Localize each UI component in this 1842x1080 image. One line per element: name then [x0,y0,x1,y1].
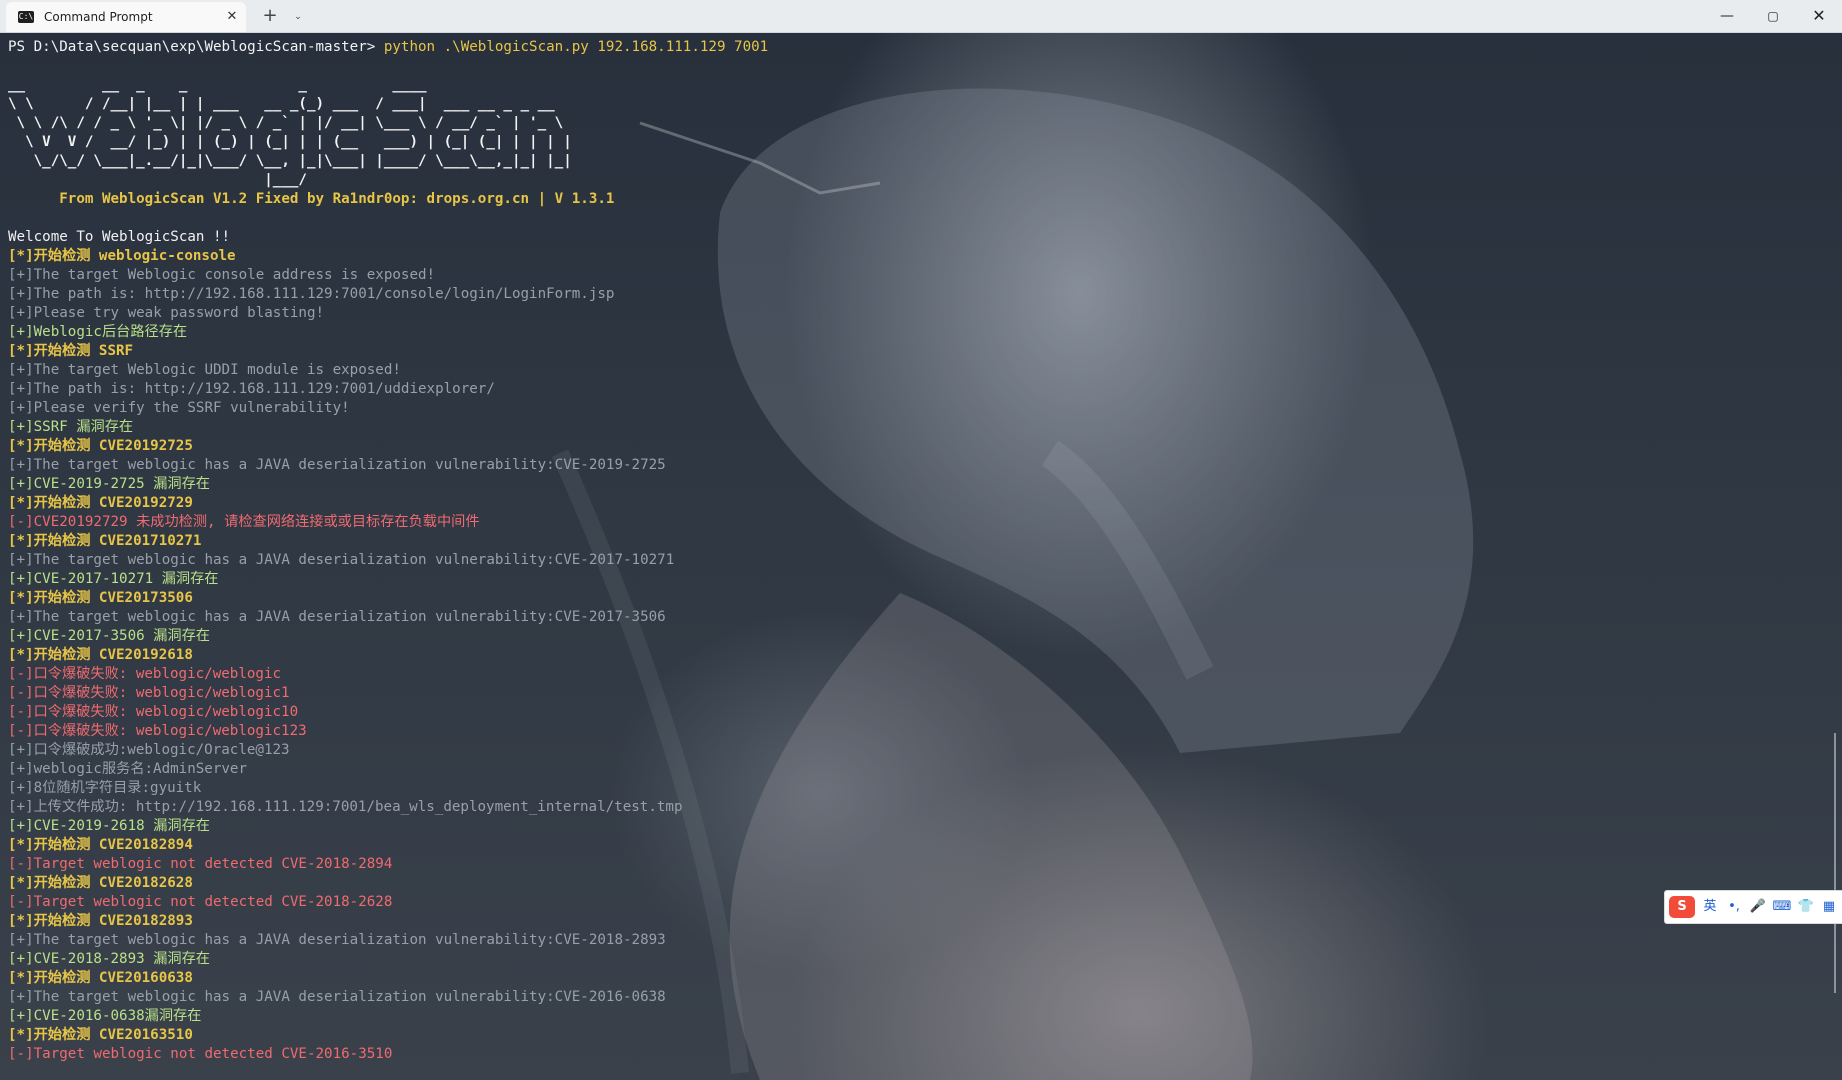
output-line: [+]8位随机字符目录:gyuitk [8,780,202,796]
output-line: [-]口令爆破失败: weblogic/weblogic1 [8,685,290,701]
output-line: From WeblogicScan V1.2 Fixed by Ra1ndr0o… [8,191,615,207]
tab-close-icon[interactable]: ✕ [222,7,242,27]
output-line: [*]开始检测 SSRF [8,343,134,359]
output-line: [+]CVE-2018-2893 漏洞存在 [8,951,210,967]
close-button[interactable]: ✕ [1796,0,1842,32]
output-line: [+]The target weblogic has a JAVA deseri… [8,609,666,625]
terminal-icon: C:\ [18,11,34,23]
output-line: [-]口令爆破失败: weblogic/weblogic123 [8,723,307,739]
output-line: [*]开始检测 CVE20192618 [8,647,193,663]
terminal-pane[interactable]: PS D:\Data\secquan\exp\WeblogicScan-mast… [0,33,1842,1080]
prompt-line: PS D:\Data\secquan\exp\WeblogicScan-mast… [8,38,768,57]
ime-toolbar[interactable]: S 英 •, 🎤 ⌨ 👕 ▦ [1664,890,1842,924]
ascii-banner-line: \ \ / /__| |__ | | ___ __ _(_) ___ / ___… [8,96,555,112]
minimize-button[interactable]: — [1704,0,1750,32]
output-line: [*]开始检测 CVE20182894 [8,837,193,853]
tab-command-prompt[interactable]: C:\ Command Prompt ✕ [6,2,246,32]
output-line: [+]Please verify the SSRF vulnerability! [8,400,350,416]
output-line: [+]CVE-2017-3506 漏洞存在 [8,628,210,644]
output-line: [+]CVE-2019-2618 漏洞存在 [8,818,210,834]
terminal-window: C:\ Command Prompt ✕ + ⌄ — ▢ ✕ PS D:\Dat… [0,0,1842,1080]
output-line: [-]口令爆破失败: weblogic/weblogic10 [8,704,299,720]
tab-title: Command Prompt [44,10,153,24]
output-line: [+]口令爆破成功:weblogic/Oracle@123 [8,742,290,758]
punctuation-icon[interactable]: •, [1723,896,1745,918]
output-line: [+]The target weblogic has a JAVA deseri… [8,932,666,948]
skin-icon[interactable]: 👕 [1795,896,1817,918]
command-text: python .\WeblogicScan.py 192.168.111.129… [383,39,769,55]
chevron-down-icon[interactable]: ⌄ [290,6,306,28]
output-line: [+]The path is: http://192.168.111.129:7… [8,286,615,302]
ascii-banner-line: __ __ _ _ _ ____ [8,77,427,93]
new-tab-button[interactable]: + [258,6,282,28]
output-line: [+]The path is: http://192.168.111.129:7… [8,381,495,397]
output-line: [+]CVE-2019-2725 漏洞存在 [8,476,210,492]
sogou-logo-icon[interactable]: S [1669,896,1695,918]
output-line: [*]开始检测 CVE20182628 [8,875,193,891]
output-line: [*]开始检测 CVE20192725 [8,438,193,454]
output-line: [-]Target weblogic not detected CVE-2016… [8,1046,393,1062]
output-line: [-]Target weblogic not detected CVE-2018… [8,856,393,872]
ascii-banner-line: \ V V / __/ |_) | | (_) | (_| | | (__ __… [8,134,572,150]
ascii-banner-line: |___/ [8,172,307,188]
output-line: [*]开始检测 CVE20163510 [8,1027,193,1043]
ascii-banner-line: \_/\_/ \___|_.__/|_|\___/ \__, |_|\___| … [8,153,572,169]
output-line: [+]SSRF 漏洞存在 [8,419,134,435]
output-line: [+]The target Weblogic UDDI module is ex… [8,362,401,378]
prompt-path: PS D:\Data\secquan\exp\WeblogicScan-mast… [8,39,384,55]
output-line: [*]开始检测 CVE20173506 [8,590,193,606]
output-line: [*]开始检测 CVE20182893 [8,913,193,929]
output-line: [+]The target weblogic has a JAVA deseri… [8,457,666,473]
keyboard-icon[interactable]: ⌨ [1771,896,1793,918]
output-line: [*]开始检测 CVE20160638 [8,970,193,986]
output-line: [+]上传文件成功: http://192.168.111.129:7001/b… [8,799,683,815]
output-line: [+]Please try weak password blasting! [8,305,325,321]
maximize-button[interactable]: ▢ [1750,0,1796,32]
output-line: [*]开始检测 CVE20192729 [8,495,193,511]
output-line: [+]weblogic服务名:AdminServer [8,761,248,777]
terminal-output: PS D:\Data\secquan\exp\WeblogicScan-mast… [8,38,768,1064]
output-line: [+]CVE-2017-10271 漏洞存在 [8,571,219,587]
output-line: [+]The target weblogic has a JAVA deseri… [8,552,675,568]
output-line: [-]口令爆破失败: weblogic/weblogic [8,666,282,682]
ime-language-toggle[interactable]: 英 [1699,896,1721,918]
ascii-banner-line: \ \ /\ / / _ \ '_ \| |/ _ \ / _` | |/ __… [8,115,564,131]
microphone-icon[interactable]: 🎤 [1747,896,1769,918]
output-line: [+]CVE-2016-0638漏洞存在 [8,1008,202,1024]
apps-grid-icon[interactable]: ▦ [1819,896,1839,918]
scrollbar[interactable] [1834,733,1836,993]
output-line: [-]Target weblogic not detected CVE-2018… [8,894,393,910]
output-line: [*]开始检测 CVE201710271 [8,533,202,549]
output-line: [+]The target weblogic has a JAVA deseri… [8,989,666,1005]
output-line: [+]The target Weblogic console address i… [8,267,436,283]
output-line: Welcome To WeblogicScan !! [8,229,231,245]
output-line: [*]开始检测 weblogic-console [8,248,236,264]
output-line: [-]CVE20192729 未成功检测, 请检查网络连接或或目标存在负载中间件 [8,514,480,530]
output-line: [+]Weblogic后台路径存在 [8,324,188,340]
title-bar: C:\ Command Prompt ✕ + ⌄ — ▢ ✕ [0,0,1842,33]
